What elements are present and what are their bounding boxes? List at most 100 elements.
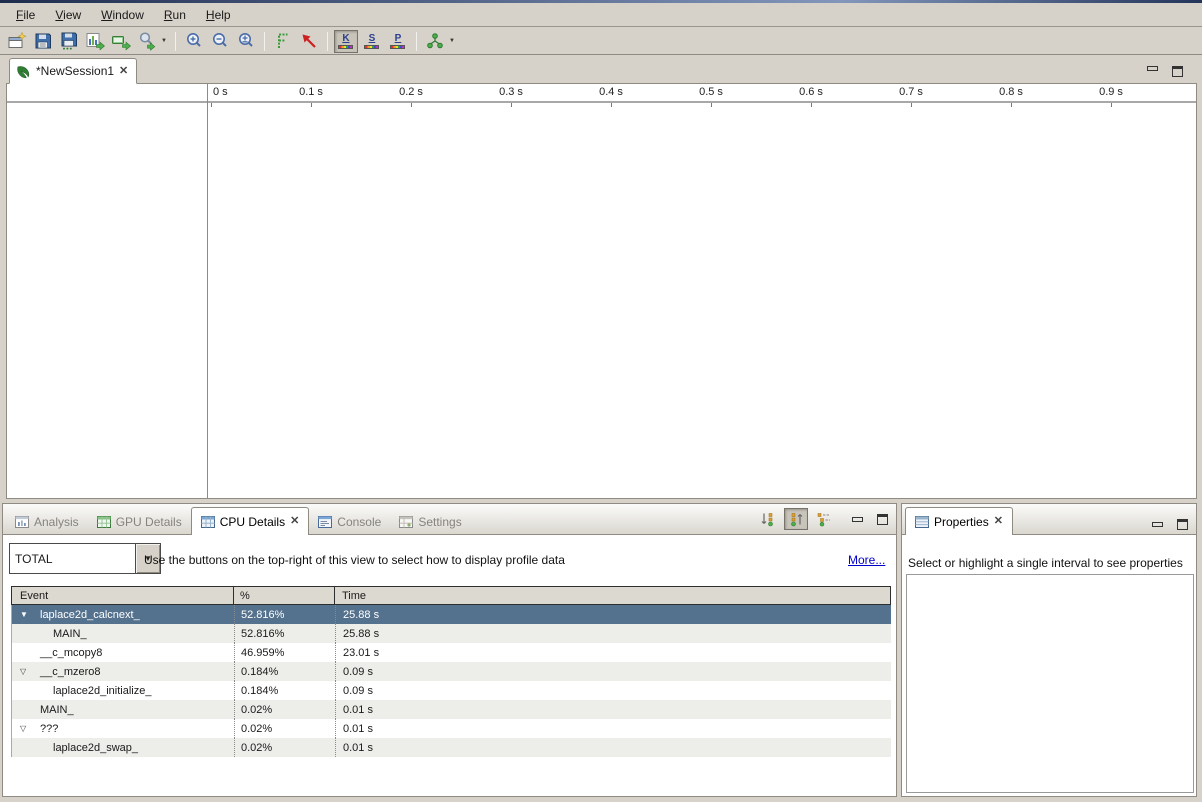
main-toolbar: ▼ K S P bbox=[0, 28, 1202, 55]
event-percent: 0.184% bbox=[234, 681, 335, 700]
table-row[interactable]: __c_mcopy8 46.959% 23.01 s bbox=[12, 643, 891, 662]
ruler-tick: 0.4 s bbox=[599, 86, 623, 98]
event-percent: 0.184% bbox=[234, 662, 335, 681]
ruler-tick: 0.3 s bbox=[499, 86, 523, 98]
new-session-button[interactable] bbox=[5, 30, 29, 53]
combobox-value: TOTAL bbox=[10, 544, 135, 573]
close-icon[interactable]: ✕ bbox=[119, 66, 128, 77]
table-body: ▼laplace2d_calcnext_ 52.816% 25.88 s MAI… bbox=[11, 605, 891, 757]
minimize-icon[interactable] bbox=[852, 517, 863, 522]
tab-settings[interactable]: Settings bbox=[390, 509, 470, 534]
table-row[interactable]: ▽__c_mzero8 0.184% 0.09 s bbox=[12, 662, 891, 681]
column-header-event[interactable]: Event bbox=[12, 587, 233, 604]
close-icon[interactable]: ✕ bbox=[290, 516, 299, 527]
ruler-tick: 0.1 s bbox=[299, 86, 323, 98]
bar-chart-run-icon bbox=[85, 31, 105, 51]
table-row[interactable]: MAIN_ 52.816% 25.88 s bbox=[12, 624, 891, 643]
event-percent: 52.816% bbox=[234, 605, 335, 624]
column-header-percent[interactable]: % bbox=[233, 587, 334, 604]
event-name: ??? bbox=[12, 723, 58, 735]
code-structure-view-button[interactable] bbox=[812, 508, 836, 530]
ruler-tick: 0 s bbox=[213, 86, 228, 98]
event-time: 0.09 s bbox=[335, 681, 891, 700]
minimize-icon[interactable] bbox=[1152, 522, 1163, 527]
display-mode-combobox[interactable]: TOTAL ▼ bbox=[9, 543, 161, 574]
marker-flag-button[interactable] bbox=[271, 30, 295, 53]
s-mode-button[interactable]: S bbox=[360, 30, 384, 53]
ruler-tick: 0.7 s bbox=[899, 86, 923, 98]
top-down-view-button[interactable] bbox=[756, 508, 780, 530]
save-button[interactable] bbox=[31, 30, 55, 53]
more-link[interactable]: More... bbox=[848, 553, 885, 567]
new-window-icon bbox=[7, 31, 27, 51]
expander-icon[interactable]: ▽ bbox=[20, 662, 26, 681]
table-row[interactable]: ▼laplace2d_calcnext_ 52.816% 25.88 s bbox=[12, 605, 891, 624]
tab-label: CPU Details bbox=[220, 515, 285, 529]
p-mode-icon: P bbox=[387, 31, 409, 52]
timeline-canvas[interactable]: 0 s 0.1 s 0.2 s 0.3 s 0.4 s 0.5 s 0.6 s … bbox=[6, 83, 1197, 499]
tab-console[interactable]: Console bbox=[309, 509, 390, 534]
ruler-tick-mark bbox=[811, 103, 812, 107]
menu-run[interactable]: Run bbox=[154, 5, 196, 25]
maximize-icon[interactable] bbox=[1177, 519, 1188, 530]
zoom-out-button[interactable] bbox=[208, 30, 232, 53]
tree-down-icon bbox=[760, 511, 776, 527]
menu-window[interactable]: Window bbox=[91, 5, 154, 25]
close-icon[interactable]: ✕ bbox=[994, 516, 1003, 527]
menu-help[interactable]: Help bbox=[196, 5, 241, 25]
table-row[interactable]: laplace2d_swap_ 0.02% 0.01 s bbox=[12, 738, 891, 757]
toolbar-separator bbox=[416, 32, 417, 51]
tree-dropdown-caret-icon[interactable]: ▼ bbox=[449, 38, 455, 44]
menu-view[interactable]: View bbox=[45, 5, 91, 25]
editor-tab-label: *NewSession1 bbox=[36, 64, 114, 78]
event-name: laplace2d_calcnext_ bbox=[12, 609, 140, 621]
ruler-tick: 0.8 s bbox=[999, 86, 1023, 98]
tab-properties[interactable]: Properties ✕ bbox=[905, 507, 1013, 535]
expander-icon[interactable]: ▼ bbox=[20, 605, 28, 624]
ruler-tick-mark bbox=[611, 103, 612, 107]
expander-icon[interactable]: ▽ bbox=[20, 719, 26, 738]
zoom-fit-button[interactable] bbox=[234, 30, 258, 53]
p-mode-button[interactable]: P bbox=[386, 30, 410, 53]
settings-icon bbox=[399, 516, 413, 528]
profiler-window: File View Window Run Help ▼ bbox=[0, 0, 1202, 802]
tab-gpu-details[interactable]: GPU Details bbox=[88, 509, 191, 534]
k-mode-icon: K bbox=[335, 31, 357, 52]
tab-label: Settings bbox=[418, 515, 461, 529]
k-mode-button[interactable]: K bbox=[334, 30, 358, 53]
analysis-tree-button[interactable] bbox=[423, 30, 447, 53]
bottom-up-view-button[interactable] bbox=[784, 508, 808, 530]
tab-new-session[interactable]: *NewSession1 ✕ bbox=[9, 58, 137, 84]
properties-hint-text: Select or highlight a single interval to… bbox=[908, 556, 1183, 570]
table-row[interactable]: ▽??? 0.02% 0.01 s bbox=[12, 719, 891, 738]
maximize-icon[interactable] bbox=[877, 514, 888, 525]
zoom-in-button[interactable] bbox=[182, 30, 206, 53]
chart-export-button[interactable] bbox=[83, 30, 107, 53]
names-column-divider[interactable] bbox=[207, 84, 208, 498]
minimize-icon[interactable] bbox=[1147, 66, 1158, 71]
maximize-icon[interactable] bbox=[1172, 66, 1183, 77]
floppy-save-as-icon bbox=[59, 31, 79, 51]
event-name: __c_mcopy8 bbox=[12, 647, 102, 659]
table-row[interactable]: laplace2d_initialize_ 0.184% 0.09 s bbox=[12, 681, 891, 700]
tab-analysis[interactable]: Analysis bbox=[6, 509, 88, 534]
event-time: 0.09 s bbox=[335, 662, 891, 681]
properties-content-box bbox=[906, 574, 1194, 793]
column-header-time[interactable]: Time bbox=[334, 587, 890, 604]
flag-f-icon bbox=[273, 31, 293, 51]
timeline-editor: *NewSession1 ✕ 0 s 0.1 s 0.2 s 0.3 s 0.4… bbox=[6, 56, 1197, 499]
event-percent: 0.02% bbox=[234, 719, 335, 738]
save-as-button[interactable] bbox=[57, 30, 81, 53]
editor-tab-bar: *NewSession1 ✕ bbox=[6, 56, 1197, 83]
tab-label: Console bbox=[337, 515, 381, 529]
marker-arrow-button[interactable] bbox=[297, 30, 321, 53]
tab-cpu-details[interactable]: CPU Details ✕ bbox=[191, 507, 310, 535]
ruler-tick-mark bbox=[1011, 103, 1012, 107]
search-dropdown-caret-icon[interactable]: ▼ bbox=[161, 38, 167, 44]
search-run-button[interactable] bbox=[135, 30, 159, 53]
menu-file[interactable]: File bbox=[6, 5, 45, 25]
timeline-export-button[interactable] bbox=[109, 30, 133, 53]
table-row[interactable]: MAIN_ 0.02% 0.01 s bbox=[12, 700, 891, 719]
ruler-tick-mark bbox=[711, 103, 712, 107]
flat-list-icon bbox=[816, 511, 832, 527]
